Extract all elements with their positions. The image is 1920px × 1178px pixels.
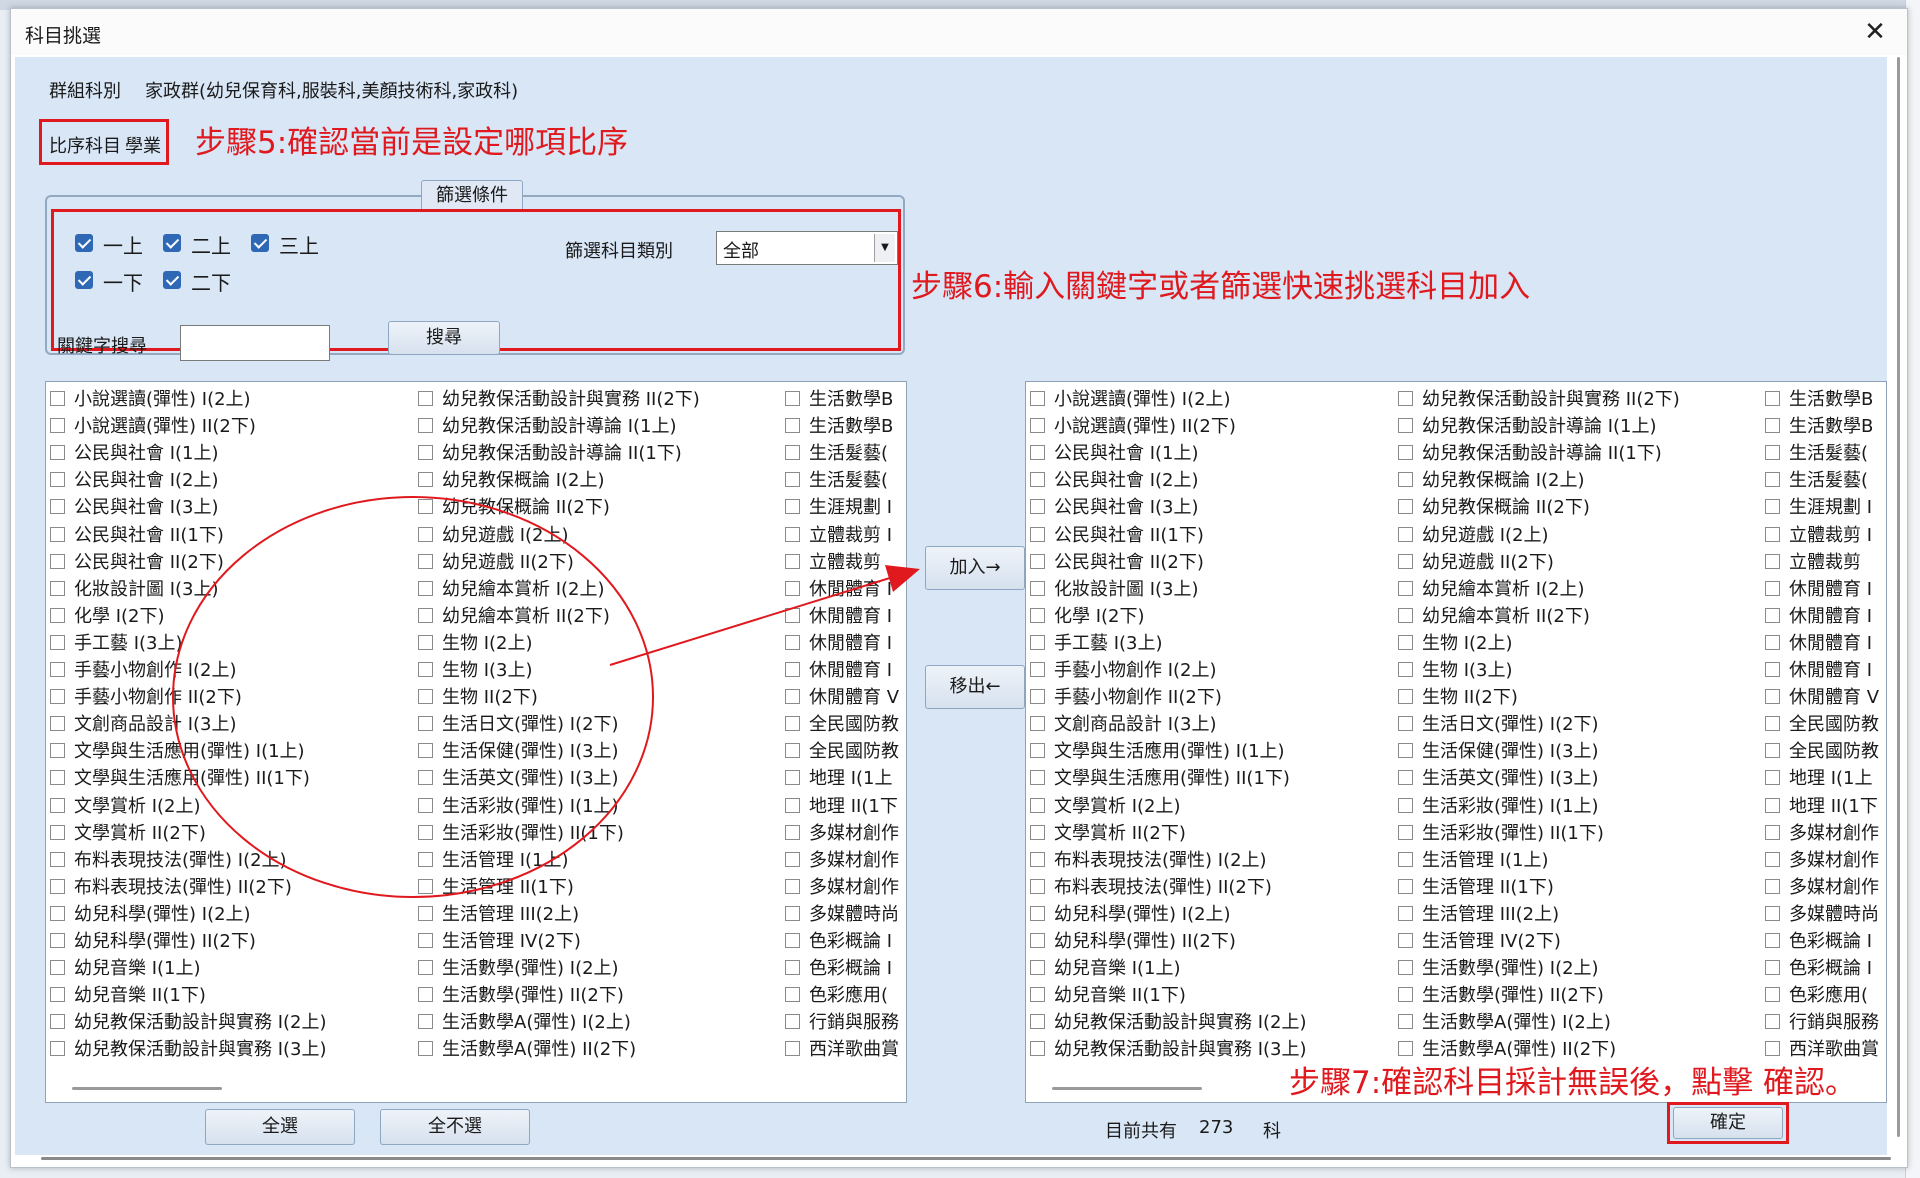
status-prefix: 目前共有 xyxy=(1105,1121,1177,1142)
subject-picker-dialog: 科目挑選 ✕ 群組科別 家政群(幼兒保育科,服裝科,美顏技術科,家政科) 比序科… xyxy=(10,8,1908,1168)
dialog-client-area: 群組科別 家政群(幼兒保育科,服裝科,美顏技術科,家政科) 比序科目 學業 步驟… xyxy=(15,57,1887,1155)
close-icon[interactable]: ✕ xyxy=(1857,15,1893,49)
deselect-all-button[interactable]: 全不選 xyxy=(380,1109,530,1145)
window-horizontal-scrollbar-thumb[interactable] xyxy=(41,1157,1891,1160)
title-bar: 科目挑選 ✕ xyxy=(11,9,1907,55)
window-title: 科目挑選 xyxy=(25,25,102,47)
annotation-step7: 步驟7:確認科目採計無誤後，點擊 確認。 xyxy=(1289,1065,1857,1101)
annotation-circle xyxy=(172,496,654,898)
select-all-button[interactable]: 全選 xyxy=(205,1109,355,1145)
annotation-overlay xyxy=(172,496,920,898)
annotation-arrow-line xyxy=(609,576,894,666)
status-suffix: 科 xyxy=(1263,1121,1281,1142)
confirm-button[interactable]: 確定 xyxy=(1673,1107,1783,1139)
add-button[interactable]: 加入→ xyxy=(925,546,1025,590)
window-vertical-scrollbar[interactable] xyxy=(1895,57,1903,1157)
selected-count: 273 xyxy=(1199,1117,1234,1138)
annotation-arrow-head xyxy=(885,565,920,592)
window-horizontal-scrollbar[interactable] xyxy=(41,1155,1901,1163)
window-vertical-scrollbar-thumb[interactable] xyxy=(1897,57,1900,1137)
remove-button[interactable]: 移出← xyxy=(925,665,1025,709)
